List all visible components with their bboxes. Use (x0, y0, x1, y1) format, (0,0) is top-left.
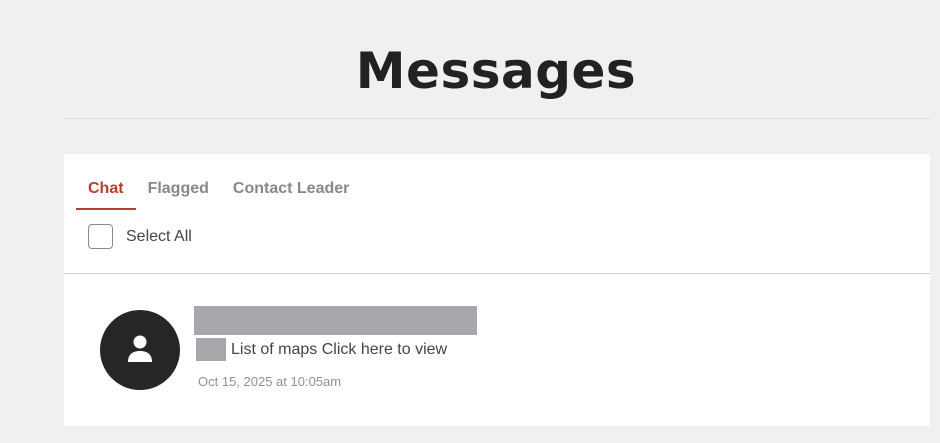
select-all-label: Select All (126, 227, 192, 245)
select-all-control[interactable]: Select All (88, 224, 192, 249)
message-timestamp: Oct 15, 2025 at 10:05am (198, 374, 342, 389)
tab-bar: Chat Flagged Contact Leader (76, 168, 361, 210)
message-preview-text[interactable]: List of maps Click here to view (231, 341, 447, 359)
title-divider (64, 118, 930, 119)
tab-chat[interactable]: Chat (76, 168, 136, 210)
tab-flagged[interactable]: Flagged (136, 168, 221, 210)
card-divider (64, 273, 930, 274)
message-item[interactable]: List of maps Click here to view Oct 15, … (100, 306, 900, 396)
preview-redacted (196, 338, 226, 361)
user-icon (128, 335, 152, 362)
tab-contact-leader[interactable]: Contact Leader (221, 168, 361, 210)
select-all-checkbox[interactable] (88, 224, 113, 249)
sender-name-redacted (194, 306, 477, 335)
page-title: Messages (355, 42, 637, 100)
messages-card: Chat Flagged Contact Leader Select All L… (64, 154, 930, 426)
message-preview: List of maps Click here to view (196, 338, 447, 361)
avatar (100, 310, 180, 390)
